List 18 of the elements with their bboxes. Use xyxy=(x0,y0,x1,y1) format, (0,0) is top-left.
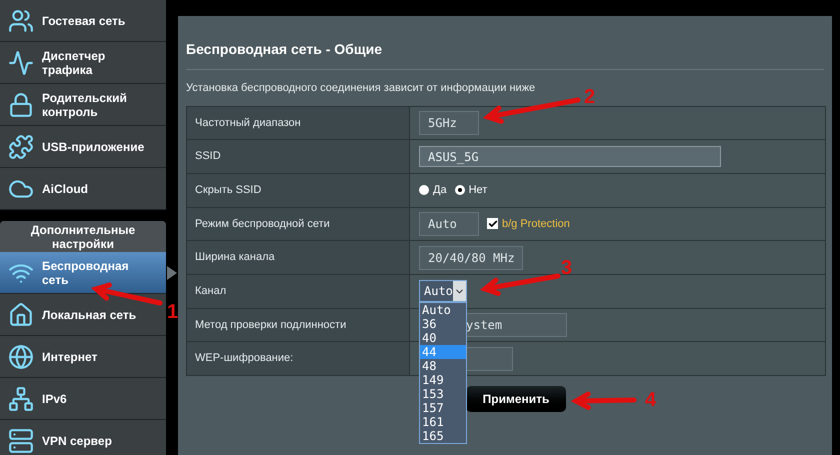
row-label: Ширина канала xyxy=(187,241,410,274)
row-label: WEP-шифрование: xyxy=(187,342,410,375)
annotation-number: 4 xyxy=(645,389,656,411)
row-label: Канал xyxy=(187,274,410,308)
annotation-number: 1 xyxy=(167,301,178,323)
row-label: Режим беспроводной сети xyxy=(187,208,410,240)
radio-label: Нет xyxy=(468,182,488,198)
radio-label: Да xyxy=(433,182,447,198)
page-subtitle: Установка беспроводного соединения зависит от информации ниже xyxy=(186,81,536,96)
page-title: Беспроводная сеть - Общие xyxy=(186,39,824,70)
row-label: Скрыть SSID xyxy=(187,174,410,207)
checkbox-label: b/g Protection xyxy=(502,216,570,232)
row-label: Метод проверки подлинности xyxy=(187,308,410,342)
annotation-number: 3 xyxy=(561,257,572,279)
section-title: Дополнительные настройки xyxy=(0,221,166,252)
row-label: Частотный диапазон xyxy=(187,106,410,140)
annotation-number: 2 xyxy=(584,86,596,108)
row-label: SSID xyxy=(187,140,410,173)
